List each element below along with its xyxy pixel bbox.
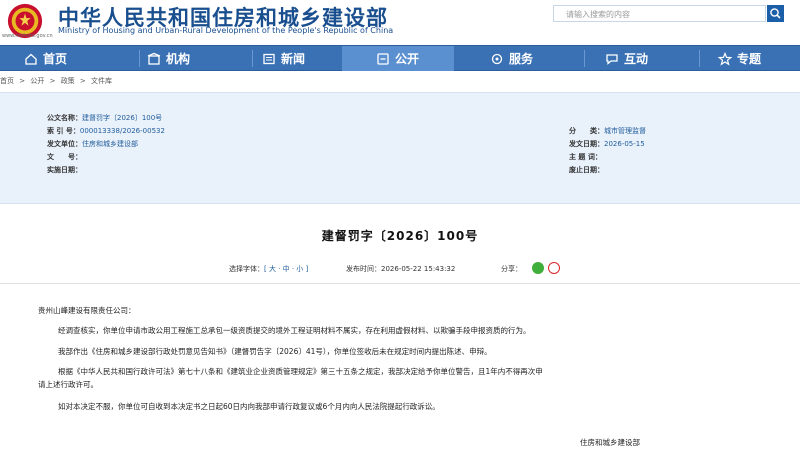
- nav-label-organization: 机构: [166, 52, 191, 66]
- weibo-share-icon[interactable]: [548, 262, 560, 274]
- nav-item-public[interactable]: 公开: [342, 46, 454, 71]
- breadcrumb-policy[interactable]: 政策: [61, 77, 75, 85]
- public-icon: [376, 52, 390, 66]
- topic-icon: [718, 51, 732, 66]
- nav-item-organization[interactable]: 机构: [147, 46, 207, 71]
- info-effective-date: 实施日期：: [47, 165, 82, 175]
- info-value: 2026-05-15: [604, 140, 645, 148]
- breadcrumb: 首页 > 公开 > 政策 > 文件库: [0, 76, 800, 90]
- share-label: 分享：: [501, 265, 522, 273]
- interact-icon: [605, 52, 619, 66]
- body-paragraph: 根据《中华人民共和国行政许可法》第七十八条和《建筑业企业资质管理规定》第三十五条…: [58, 367, 543, 376]
- body-paragraph-continued: 请上述行政许可。: [38, 380, 98, 389]
- info-label: 发文日期：: [569, 140, 604, 148]
- site-domain: www.mohurd.gov.cn: [2, 33, 53, 39]
- site-subtitle: Ministry of Housing and Urban-Rural Deve…: [58, 26, 394, 35]
- info-keywords: 主 题 词：: [569, 152, 602, 162]
- info-label: 索 引 号：: [47, 127, 80, 135]
- info-label: 主 题 词：: [569, 153, 602, 161]
- info-repeal-date: 废止日期：: [569, 165, 604, 175]
- site-header: 中华人民共和国住房和城乡建设部 Ministry of Housing and …: [0, 0, 800, 42]
- info-value: 城市管理监督: [604, 127, 646, 135]
- signature: 住房和城乡建设部: [580, 438, 640, 447]
- nav-label-home: 首页: [43, 52, 68, 66]
- breadcrumb-home[interactable]: 首页: [0, 77, 14, 85]
- building-icon: [147, 52, 161, 66]
- nav-divider: [139, 50, 140, 67]
- info-label: 实施日期：: [47, 166, 82, 174]
- nav-label-topic: 专题: [737, 52, 762, 66]
- breadcrumb-public[interactable]: 公开: [30, 77, 44, 85]
- divider: [0, 283, 800, 284]
- nav-item-interact[interactable]: 互动: [605, 46, 665, 71]
- nav-item-topic[interactable]: 专题: [718, 46, 788, 71]
- nav-item-home[interactable]: 首页: [24, 46, 84, 71]
- document-info-panel: 公文名称：建督罚字〔2026〕100号 索 引 号：000013338/2026…: [0, 92, 800, 204]
- nav-divider: [584, 50, 585, 67]
- info-doc-number: 文 号：: [47, 152, 82, 162]
- info-label: 废止日期：: [569, 166, 604, 174]
- body-paragraph: 经调查核实，你单位申请市政公用工程施工总承包一级资质提交的境外工程证明材料不属实…: [58, 326, 531, 335]
- service-icon: [490, 52, 504, 66]
- info-label: 分 类：: [569, 127, 604, 135]
- breadcrumb-file-library[interactable]: 文件库: [91, 77, 112, 85]
- info-value: 建督罚字〔2026〕100号: [82, 114, 163, 122]
- nav-divider: [252, 50, 253, 67]
- info-label: 发文单位：: [47, 140, 82, 148]
- main-nav: 首页 机构 新闻 公开 服务 互动 专题: [0, 45, 800, 71]
- nav-divider: [699, 50, 700, 67]
- publish-time: 发布时间：2026-05-22 15:43:32: [346, 265, 456, 273]
- nav-label-interact: 互动: [624, 52, 649, 66]
- font-size-selector: 选择字体：[ 大 · 中 · 小 ]: [229, 264, 308, 274]
- salutation: 贵州山峰建设有限责任公司：: [38, 306, 136, 315]
- font-select-label: 选择字体：: [229, 265, 264, 273]
- info-category: 分 类：城市管理监督: [569, 126, 646, 136]
- info-label: 公文名称：: [47, 114, 82, 122]
- news-icon: [262, 52, 276, 66]
- nav-item-service[interactable]: 服务: [490, 46, 550, 71]
- nav-label-news: 新闻: [281, 52, 306, 66]
- body-paragraph: 如对本决定不服，你单位可自收到本决定书之日起60日内向我部申请行政复议或6个月内…: [58, 402, 440, 411]
- font-size-options[interactable]: [ 大 · 中 · 小 ]: [264, 265, 308, 273]
- search-icon: [770, 8, 781, 19]
- home-icon: [24, 52, 38, 66]
- breadcrumb-separator: >: [79, 77, 86, 85]
- nav-item-news[interactable]: 新闻: [262, 46, 322, 71]
- wechat-share-icon[interactable]: [532, 262, 544, 274]
- document-title: 建督罚字〔2026〕100号: [321, 229, 479, 243]
- info-doc-name: 公文名称：建督罚字〔2026〕100号: [47, 113, 162, 123]
- info-issue-date: 发文日期：2026-05-15: [569, 139, 645, 149]
- info-index-number: 索 引 号：000013338/2026-00532: [47, 126, 165, 136]
- info-value: 住房和城乡建设部: [82, 140, 138, 148]
- info-label: 文 号：: [47, 153, 82, 161]
- breadcrumb-separator: >: [19, 77, 26, 85]
- search-input[interactable]: 请输入搜索的内容: [553, 5, 766, 22]
- breadcrumb-separator: >: [49, 77, 56, 85]
- info-issuer: 发文单位：住房和城乡建设部: [47, 139, 138, 149]
- info-value: 000013338/2026-00532: [79, 127, 165, 135]
- nav-label-public: 公开: [395, 52, 420, 66]
- nav-label-service: 服务: [509, 52, 534, 66]
- search-button[interactable]: [767, 5, 784, 22]
- body-paragraph: 我部作出《住房和城乡建设部行政处罚意见告知书》（建督罚告字〔2026〕41号），…: [58, 347, 492, 356]
